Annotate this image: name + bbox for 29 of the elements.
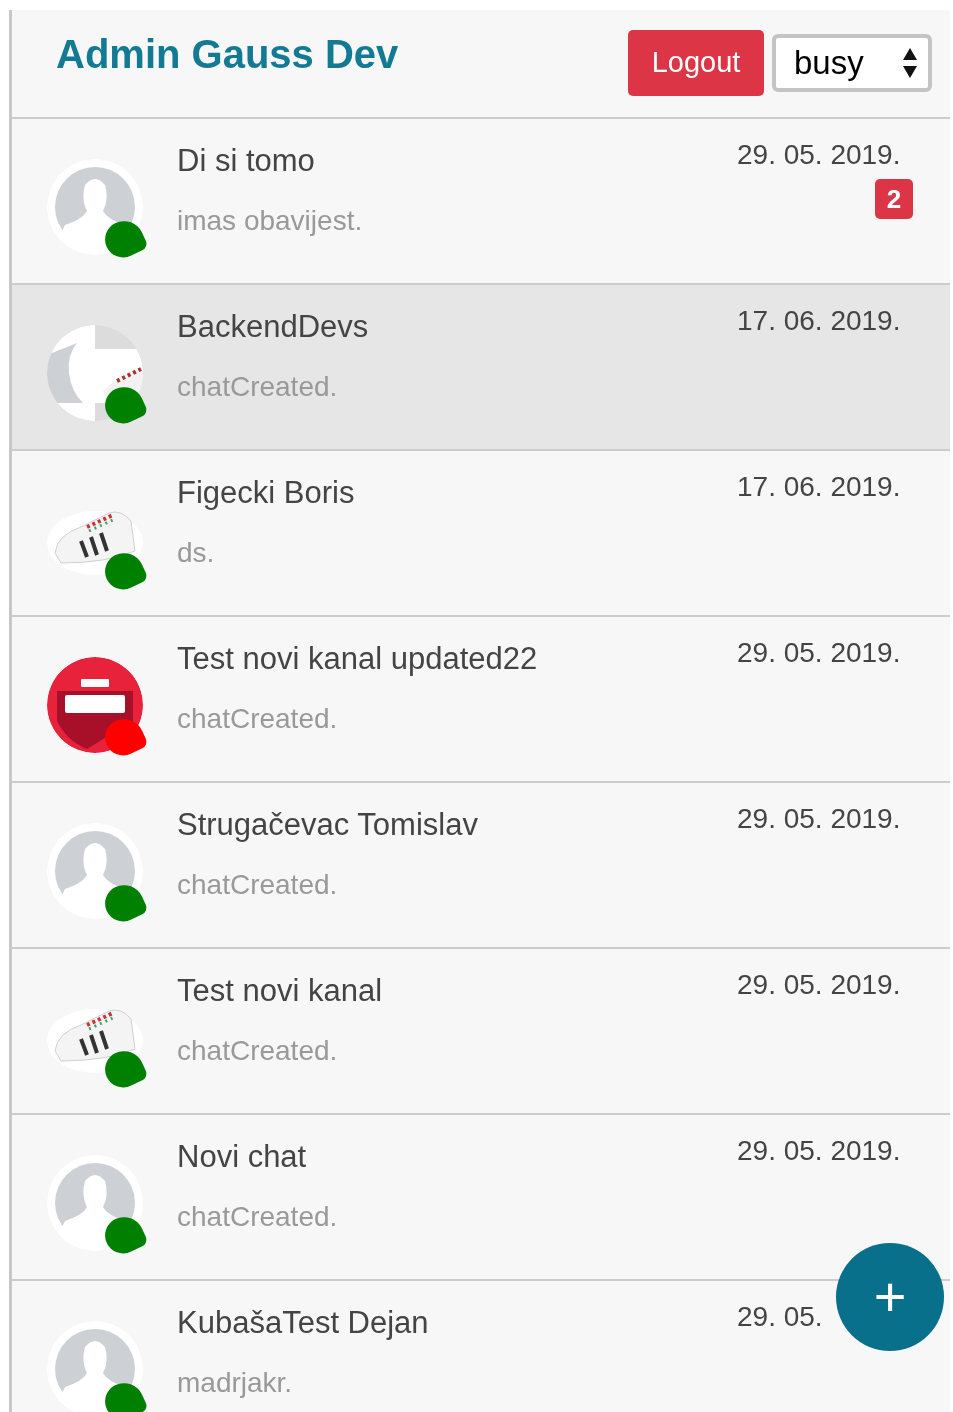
last-message: chatCreated. [177,1200,339,1234]
last-message: chatCreated. [177,702,339,736]
logout-button[interactable]: Logout [628,29,764,96]
status-select[interactable]: busy [772,33,932,92]
last-message: chatCreated. [177,370,339,404]
app-title: Admin Gauss Dev [56,33,399,74]
chat-date: 29. 05. 2019. [737,138,901,172]
chat-date: 17. 06. 2019. [737,470,901,504]
last-message: chatCreated. [177,1034,339,1068]
chat-name: Novi chat [177,1138,308,1176]
last-message: madrjakr. [177,1366,294,1400]
chat-name: Strugačevac Tomislav [177,806,479,844]
chat-date: 29. 05. 2019. [737,636,901,670]
chat-name: Test novi kanal updated22 [177,640,539,678]
chat-date: 29. 05. 2019. [737,802,901,836]
chat-list-item[interactable]: BackendDevs chatCreated. 17. 06. 2019. [12,285,950,451]
chat-date: 29. 05. 2019. [737,968,901,1002]
chat-name: Di si tomo [177,142,316,180]
chat-date: 29. 05. 2019. [737,1134,901,1168]
chat-name: Test novi kanal [177,972,384,1010]
unread-badge: 2 [875,179,913,219]
last-message: chatCreated. [177,868,339,902]
chat-date: 29. 05. [737,1300,823,1334]
last-message: ds. [177,536,216,570]
chat-date: 17. 06. 2019. [737,304,901,338]
last-message: imas obavijest. [177,204,364,238]
chat-name: KubašaTest Dejan [177,1304,430,1342]
chat-name: Figecki Boris [177,474,356,512]
chat-name: BackendDevs [177,308,370,346]
